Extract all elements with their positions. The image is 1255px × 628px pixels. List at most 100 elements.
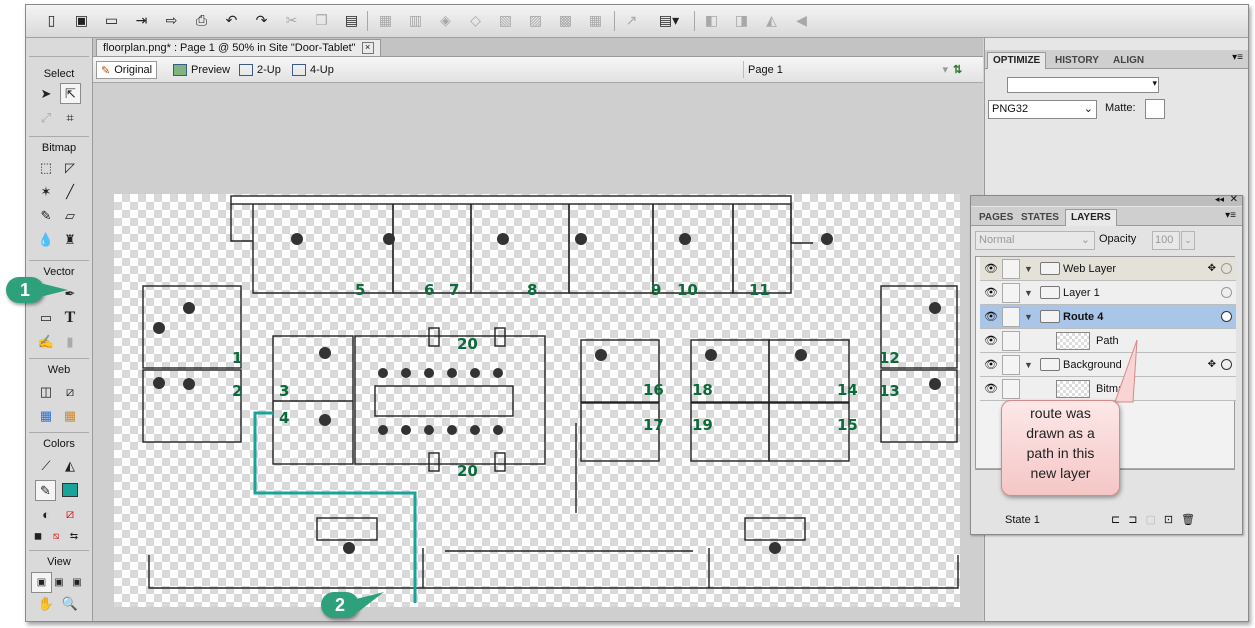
no-stroke-fill-icon[interactable]: ⧅: [46, 526, 66, 546]
expand-triangle-icon[interactable]: ▼: [1024, 264, 1033, 274]
eyedropper-tool-icon[interactable]: ⟋: [36, 456, 56, 476]
slice-tool-icon[interactable]: ⧄: [60, 382, 80, 402]
undo-icon[interactable]: ↶: [222, 11, 241, 29]
tab-states[interactable]: STATES: [1015, 209, 1065, 227]
hide-slices-icon[interactable]: ▦: [36, 406, 56, 426]
expand-triangle-icon[interactable]: ▼: [1024, 288, 1033, 298]
copy-icon[interactable]: ❐: [312, 11, 331, 29]
hotspot-tool-icon[interactable]: ◫: [36, 382, 56, 402]
four-up-view-button[interactable]: 4-Up: [288, 61, 338, 78]
rubber-stamp-tool-icon[interactable]: ♜: [60, 230, 80, 250]
preview-view-button[interactable]: Preview: [169, 61, 234, 78]
lock-toggle[interactable]: [1002, 379, 1020, 399]
visibility-eye-icon[interactable]: 👁: [982, 259, 1000, 279]
lock-toggle[interactable]: [1002, 283, 1020, 303]
import-icon[interactable]: ⇥: [132, 11, 151, 29]
add-mask-icon[interactable]: ▢: [1145, 513, 1155, 526]
bring-to-front-icon[interactable]: ▧: [496, 11, 515, 29]
send-to-back-icon[interactable]: ▦: [586, 11, 605, 29]
two-up-view-button[interactable]: 2-Up: [235, 61, 285, 78]
magic-wand-tool-icon[interactable]: ✶: [36, 182, 56, 202]
send-backward-icon[interactable]: ▩: [556, 11, 575, 29]
hand-tool-icon[interactable]: ✋: [36, 594, 56, 614]
page-selector[interactable]: Page 1 ▾: [743, 61, 952, 78]
document-tab[interactable]: floorplan.png* : Page 1 @ 50% in Site "D…: [96, 39, 381, 56]
matte-color-swatch[interactable]: [1145, 99, 1165, 119]
text-tool-icon[interactable]: T: [60, 308, 80, 328]
brush-tool-icon[interactable]: ╱: [60, 182, 80, 202]
group-icon[interactable]: ▦: [376, 11, 395, 29]
new-sub-layer-icon[interactable]: ⊏: [1111, 513, 1120, 526]
marquee-tool-icon[interactable]: ⬚: [36, 158, 56, 178]
tab-history[interactable]: HISTORY: [1049, 52, 1105, 70]
freeform-tool-icon[interactable]: ✍: [36, 332, 56, 352]
open-icon[interactable]: ▭: [102, 11, 121, 29]
panel-menu-icon[interactable]: ▾≡: [1232, 52, 1243, 63]
stroke-color-pencil-icon[interactable]: ✎: [35, 480, 56, 501]
export-icon[interactable]: ⇨: [162, 11, 181, 29]
visibility-eye-icon[interactable]: 👁: [982, 379, 1000, 399]
lock-toggle[interactable]: [1002, 259, 1020, 279]
export-format-select[interactable]: PNG32 ⌄: [988, 100, 1097, 119]
flip-horizontal-icon[interactable]: ◭: [762, 11, 781, 29]
knife-tool-icon[interactable]: ▮: [60, 332, 80, 352]
flip-vertical-icon[interactable]: ◀: [792, 11, 811, 29]
layer-selection-indicator[interactable]: [1221, 359, 1232, 370]
convert-icon[interactable]: ↗: [622, 11, 641, 29]
layer-background[interactable]: 👁 ▼ Background ✥: [980, 353, 1236, 377]
lock-toggle[interactable]: [1002, 355, 1020, 375]
cut-icon[interactable]: ✂: [282, 11, 301, 29]
new-document-icon[interactable]: ▯: [42, 11, 61, 29]
print-icon[interactable]: ⎙: [192, 11, 211, 29]
collapse-panel-icon[interactable]: ◂◂: [1215, 194, 1224, 205]
crop-tool-icon[interactable]: ⌗: [60, 108, 80, 128]
opacity-input[interactable]: 100: [1152, 231, 1180, 250]
layer-selection-indicator[interactable]: [1221, 287, 1232, 298]
original-view-button[interactable]: ✎ Original: [96, 61, 158, 79]
scale-tool-icon[interactable]: ⤢: [36, 108, 56, 128]
new-layer-icon[interactable]: ⊐: [1128, 513, 1137, 526]
rotate-left-icon[interactable]: ◧: [702, 11, 721, 29]
fill-color-none-swatch[interactable]: ⧄: [60, 504, 80, 524]
layer-web-layer[interactable]: 👁 ▼ Web Layer ✥: [980, 257, 1236, 281]
panel-menu-icon[interactable]: ▾≡: [1225, 210, 1236, 221]
ungroup-icon[interactable]: ▥: [406, 11, 425, 29]
split-icon[interactable]: ◇: [466, 11, 485, 29]
pointer-tool-icon[interactable]: ➤: [36, 84, 56, 104]
save-icon[interactable]: ▣: [72, 11, 91, 29]
blend-mode-select[interactable]: Normal ⌄: [975, 231, 1095, 250]
canvas-area[interactable]: 5 6 7 8 9 10 11 1 2 3 4 20 20 16 17 18 19 14 15 12 13: [93, 83, 983, 621]
eraser-tool-icon[interactable]: ▱: [60, 206, 80, 226]
full-screen-menu-mode-icon[interactable]: ▣: [49, 572, 69, 592]
object-bitmap[interactable]: 👁 Bitmap: [980, 377, 1236, 401]
paint-bucket-tool-icon[interactable]: ◭: [60, 456, 80, 476]
close-document-icon[interactable]: ×: [361, 42, 374, 54]
route-4-path[interactable]: [253, 411, 417, 603]
tab-optimize[interactable]: OPTIMIZE: [987, 52, 1047, 69]
stroke-color-swatch[interactable]: [60, 480, 80, 500]
lock-toggle[interactable]: [1002, 307, 1020, 327]
object-path[interactable]: 👁 Path: [980, 329, 1236, 353]
tab-pages[interactable]: PAGES: [973, 209, 1019, 227]
join-icon[interactable]: ◈: [436, 11, 455, 29]
subselection-tool-icon[interactable]: ⇱: [60, 83, 81, 104]
visibility-eye-icon[interactable]: 👁: [982, 307, 1000, 327]
visibility-eye-icon[interactable]: 👁: [982, 331, 1000, 351]
rotate-right-icon[interactable]: ◨: [732, 11, 751, 29]
close-panel-icon[interactable]: ✕: [1230, 194, 1238, 205]
expand-triangle-icon[interactable]: ▼: [1024, 360, 1033, 370]
swap-colors-icon[interactable]: ⇆: [64, 526, 84, 546]
layer-route-4[interactable]: 👁 ▼ Route 4: [980, 305, 1236, 329]
show-slices-icon[interactable]: ▦: [60, 406, 80, 426]
fill-color-bucket-icon[interactable]: ◐: [36, 504, 56, 524]
layer-layer-1[interactable]: 👁 ▼ Layer 1: [980, 281, 1236, 305]
lasso-tool-icon[interactable]: ◸: [60, 158, 80, 178]
align-dropdown-icon[interactable]: ▤▾: [652, 11, 686, 29]
expand-triangle-icon[interactable]: ▼: [1024, 312, 1033, 322]
default-colors-icon[interactable]: ◼: [28, 526, 48, 546]
visibility-eye-icon[interactable]: 👁: [982, 355, 1000, 375]
full-screen-mode-icon[interactable]: ▣: [67, 572, 87, 592]
delete-icon[interactable]: 🗑: [1181, 513, 1195, 526]
bring-forward-icon[interactable]: ▨: [526, 11, 545, 29]
paste-icon[interactable]: ▤: [342, 11, 361, 29]
